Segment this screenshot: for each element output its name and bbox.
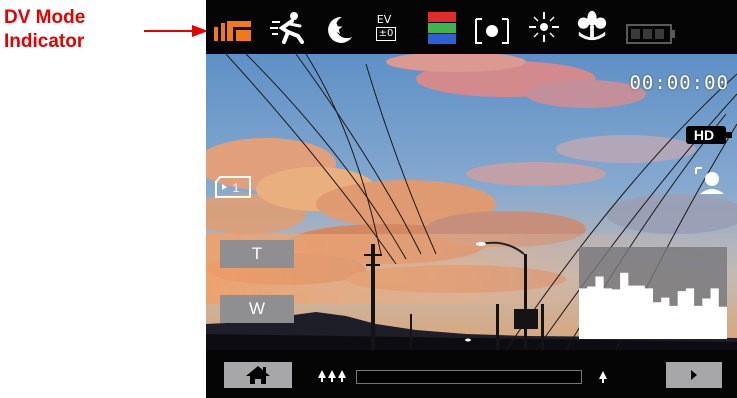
- histogram-panel: [579, 247, 727, 339]
- callout-arrow-icon: [144, 25, 208, 37]
- viewfinder: 00:00:00 HD 1 T W: [206, 54, 737, 350]
- wide-tree-icon: [599, 371, 607, 383]
- dv-mode-icon[interactable]: [214, 15, 254, 49]
- camera-screen: 00:00:00 HD 1 T W EV ±0: [206, 0, 737, 398]
- svg-text:1: 1: [233, 181, 240, 195]
- callout-line-2: Indicator: [4, 31, 85, 52]
- top-status-bar: EV ±0: [206, 0, 737, 54]
- recording-timecode: 00:00:00: [629, 72, 729, 94]
- ev-value: ±0: [376, 27, 396, 41]
- color-effect-icon[interactable]: [428, 11, 456, 45]
- histogram-chart: [579, 272, 727, 339]
- battery-icon: [626, 24, 675, 44]
- callout-line-1: DV Mode: [4, 7, 86, 28]
- dv-mode-callout: DV Mode Indicator: [4, 6, 144, 54]
- sports-scene-icon[interactable]: [270, 10, 308, 44]
- home-button[interactable]: [224, 362, 292, 388]
- next-button[interactable]: [666, 362, 722, 388]
- play-next-icon: [691, 370, 697, 380]
- histogram-area: [579, 272, 727, 339]
- bottom-control-bar: [206, 350, 737, 398]
- exposure-value-icon[interactable]: EV ±0: [372, 12, 396, 44]
- zoom-out-button[interactable]: W: [220, 295, 294, 323]
- white-balance-daylight-icon[interactable]: [528, 10, 560, 44]
- zoom-level-bar: [356, 370, 582, 384]
- face-detection-icon: [695, 167, 724, 194]
- macro-icon[interactable]: [574, 9, 610, 43]
- sd-card-icon: 1: [215, 176, 251, 198]
- zoom-in-button[interactable]: T: [220, 240, 294, 268]
- tele-trees-icon: [318, 370, 346, 382]
- night-scene-icon[interactable]: [322, 12, 356, 46]
- svg-text:HD: HD: [694, 127, 714, 143]
- home-icon: [246, 366, 270, 384]
- hd-resolution-icon: HD: [686, 126, 732, 144]
- ev-label: EV: [376, 13, 392, 26]
- spot-metering-icon[interactable]: [474, 14, 510, 48]
